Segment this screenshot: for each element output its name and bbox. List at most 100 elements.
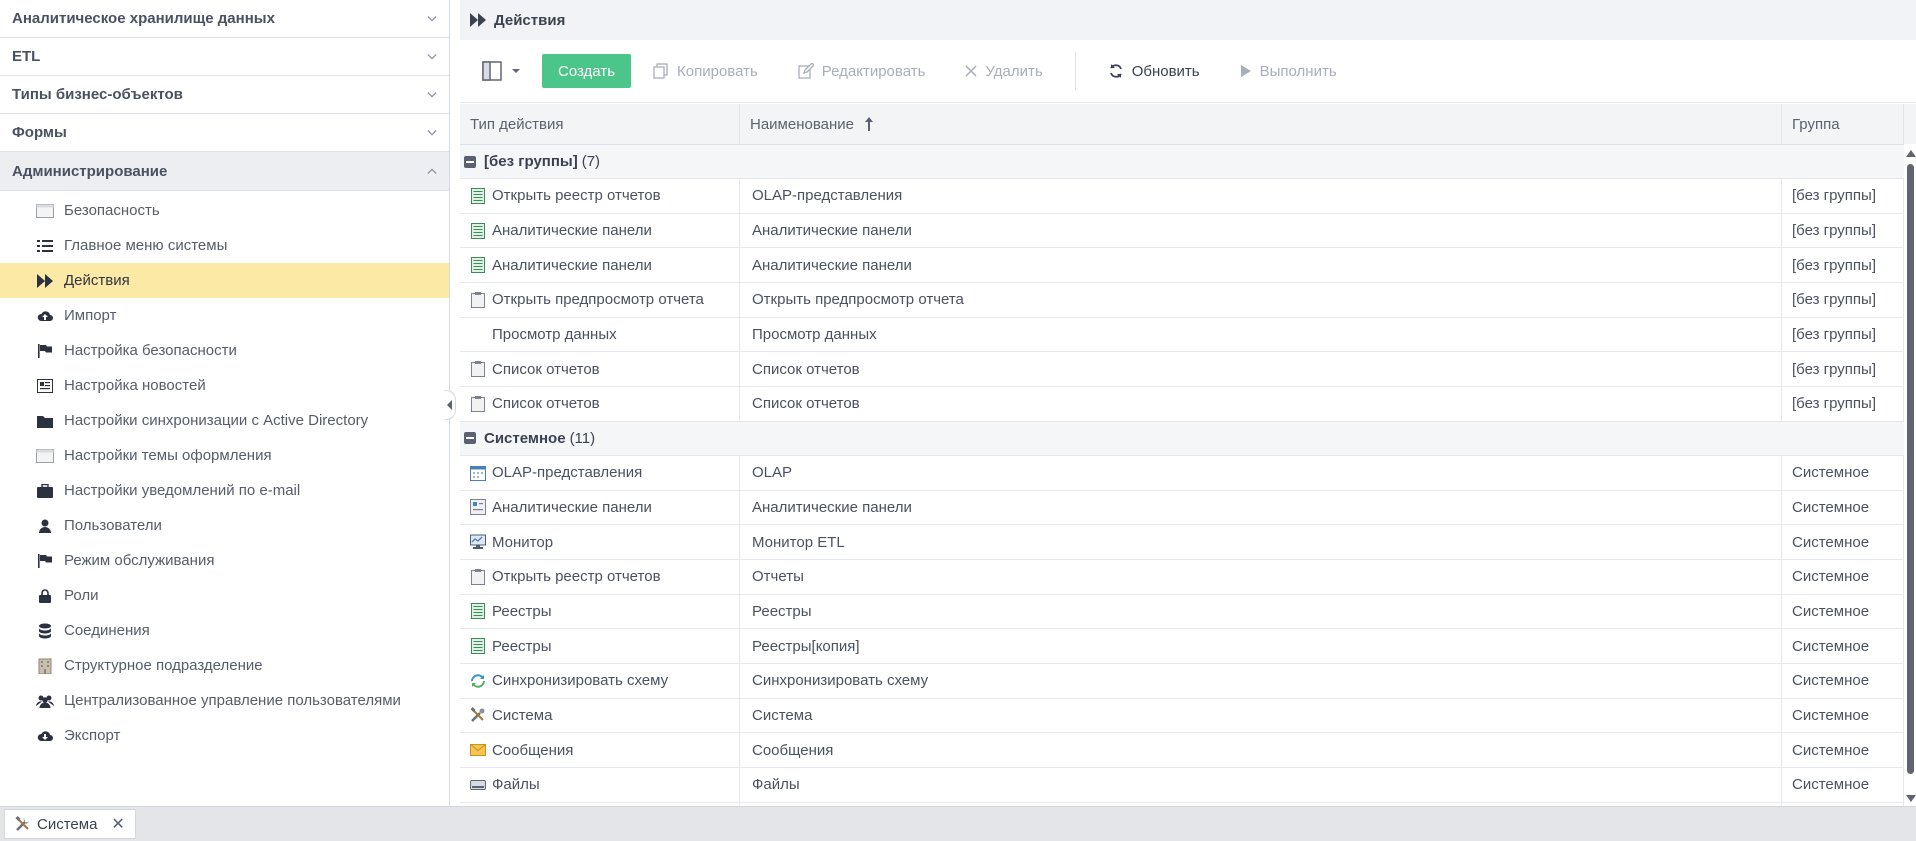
cell-text: [без группы] <box>1792 187 1876 205</box>
section-business-object-types[interactable]: Типы бизнес-объектов <box>0 76 449 114</box>
column-header-name[interactable]: Наименование <box>740 104 1782 144</box>
section-administration[interactable]: Администрирование <box>0 152 449 191</box>
close-icon[interactable]: ✕ <box>111 814 124 834</box>
dashboard-icon <box>470 499 486 516</box>
cell-type: Система <box>460 698 740 733</box>
table-row[interactable]: Открыть реестр отчетов OLAP-представления… <box>460 179 1904 214</box>
column-header-group[interactable]: Группа <box>1782 104 1904 144</box>
sidebar-item-central-user-mgmt[interactable]: Централизованное управление пользователя… <box>0 683 449 718</box>
sidebar-item-maintenance[interactable]: Режим обслуживания <box>0 543 449 578</box>
sidebar-item-label: Импорт <box>64 307 117 324</box>
sidebar-item-import[interactable]: Импорт <box>0 298 449 333</box>
cell-group: [без группы] <box>1782 387 1904 421</box>
table-row[interactable]: Файлы Файлы Системное <box>460 768 1904 803</box>
table-row[interactable]: Сообщения Сообщения Системное <box>460 733 1904 768</box>
sidebar-item-roles[interactable]: Роли <box>0 578 449 613</box>
section-label: Аналитическое хранилище данных <box>12 10 275 27</box>
cell-group: Системное <box>1782 594 1904 629</box>
sidebar-item-label: Пользователи <box>64 517 162 534</box>
scrollbar-thumb[interactable] <box>1907 164 1914 774</box>
layout-toggle-button[interactable] <box>482 61 522 81</box>
sidebar-item-main-menu[interactable]: Главное меню системы <box>0 228 449 263</box>
section-etl[interactable]: ETL <box>0 38 449 76</box>
cell-text: Системное <box>1792 672 1870 690</box>
delete-button[interactable]: Удалить <box>965 62 1043 80</box>
sidebar-item-ad-sync[interactable]: Настройки синхронизации с Active Directo… <box>0 403 449 438</box>
table-row[interactable]: Синхронизировать схему Синхронизировать с… <box>460 663 1904 699</box>
chevron-down-icon <box>427 52 437 62</box>
edit-button[interactable]: Редактировать <box>798 63 925 80</box>
table-row[interactable]: Аналитические панели Аналитические панели… <box>460 213 1904 249</box>
cell-text: Реестры[копия] <box>752 637 860 655</box>
table-row[interactable]: Монитор Монитор ETL Системное <box>460 525 1904 560</box>
copy-button[interactable]: Копировать <box>653 63 758 80</box>
cell-text: Системное <box>1792 776 1870 794</box>
delete-label: Удалить <box>985 62 1043 80</box>
sidebar-item-security-settings[interactable]: Настройка безопасности <box>0 333 449 368</box>
table-row[interactable]: Аналитические панели Аналитические панели… <box>460 490 1904 526</box>
cell-text: Аналитические панели <box>492 222 652 240</box>
sidebar-item-security[interactable]: Безопасность <box>0 193 449 228</box>
refresh-button[interactable]: Обновить <box>1108 63 1200 80</box>
cell-type: Реестры <box>460 629 740 663</box>
cell-text: Системное <box>1792 706 1870 724</box>
table-row[interactable]: Аналитические панели Аналитические панели… <box>460 248 1904 284</box>
sidebar-item-label: Безопасность <box>64 202 160 219</box>
sidebar-collapse-handle[interactable] <box>445 390 456 420</box>
cell-group: [без группы] <box>1782 317 1904 352</box>
clipboard-icon <box>470 291 486 308</box>
group-row[interactable]: [без группы] (7) <box>460 145 1904 179</box>
chevron-down-icon <box>427 128 437 138</box>
section-analytic-storage[interactable]: Аналитическое хранилище данных <box>0 0 449 38</box>
sidebar-item-org-unit[interactable]: Структурное подразделение <box>0 648 449 683</box>
scroll-up-arrow-icon[interactable] <box>1906 150 1916 157</box>
cell-type: Аналитические панели <box>460 248 740 283</box>
sort-ascending-icon <box>864 116 874 132</box>
table-row[interactable]: Реестры Реестры[копия] Системное <box>460 629 1904 664</box>
sidebar-item-export[interactable]: Экспорт <box>0 718 449 753</box>
table-row[interactable]: Открыть реестр отчетов Отчеты Системное <box>460 559 1904 595</box>
vertical-scrollbar[interactable] <box>1904 144 1916 806</box>
table-row[interactable]: Просмотр данных Просмотр данных [без групп… <box>460 317 1904 353</box>
sidebar-item-email-notifications[interactable]: Настройки уведомлений по e-mail <box>0 473 449 508</box>
table-row[interactable]: OLAP-представления OLAP Системное <box>460 455 1904 491</box>
sidebar-item-theme-settings[interactable]: Настройки темы оформления <box>0 438 449 473</box>
scroll-down-arrow-icon[interactable] <box>1906 795 1916 802</box>
cell-name: Монитор ETL <box>740 525 1782 559</box>
sidebar-item-users[interactable]: Пользователи <box>0 508 449 543</box>
sidebar-item-actions[interactable]: Действия <box>0 263 449 298</box>
collapse-group-icon[interactable] <box>464 432 476 445</box>
sidebar-item-connections[interactable]: Соединения <box>0 613 449 648</box>
actions-grid: Тип действия Наименование Группа [без гр… <box>460 104 1916 806</box>
cell-text: Синхронизировать схему <box>492 672 669 690</box>
page-title: Действия <box>494 11 566 29</box>
group-row[interactable]: Системное (11) <box>460 421 1904 456</box>
cell-text: Системное <box>1792 602 1870 620</box>
table-row[interactable]: Система Система Системное <box>460 698 1904 734</box>
table-row[interactable]: Реестры Реестры Системное <box>460 594 1904 630</box>
newspaper-icon <box>36 378 54 394</box>
edit-icon <box>798 63 814 79</box>
column-header-type[interactable]: Тип действия <box>460 104 740 144</box>
run-button[interactable]: Выполнить <box>1240 63 1337 80</box>
cell-type: Список отчетов <box>460 387 740 421</box>
table-row[interactable]: Открыть предпросмотр отчета Открыть предп… <box>460 283 1904 318</box>
create-button[interactable]: Создать <box>542 54 632 88</box>
caret-down-icon <box>512 69 520 73</box>
cell-text: Системное <box>1792 637 1870 655</box>
sidebar-item-news-settings[interactable]: Настройка новостей <box>0 368 449 403</box>
play-icon <box>1240 64 1252 78</box>
column-header-label: Группа <box>1792 115 1840 133</box>
sidebar-item-label: Настройки темы оформления <box>64 447 272 464</box>
cell-type: Файлы <box>460 768 740 802</box>
collapse-group-icon[interactable] <box>464 155 476 168</box>
cell-text: Отчеты <box>752 568 804 586</box>
cell-text: OLAP-представления <box>492 464 643 482</box>
cell-type: Просмотр данных <box>460 317 740 352</box>
table-row[interactable]: Список отчетов Список отчетов [без группы] <box>460 387 1904 422</box>
table-row[interactable]: Список отчетов Список отчетов [без группы] <box>460 352 1904 388</box>
clipboard-icon <box>470 568 486 585</box>
section-forms[interactable]: Формы <box>0 114 449 152</box>
sheet-icon <box>470 187 486 204</box>
task-tab-system[interactable]: Система ✕ <box>4 809 136 839</box>
